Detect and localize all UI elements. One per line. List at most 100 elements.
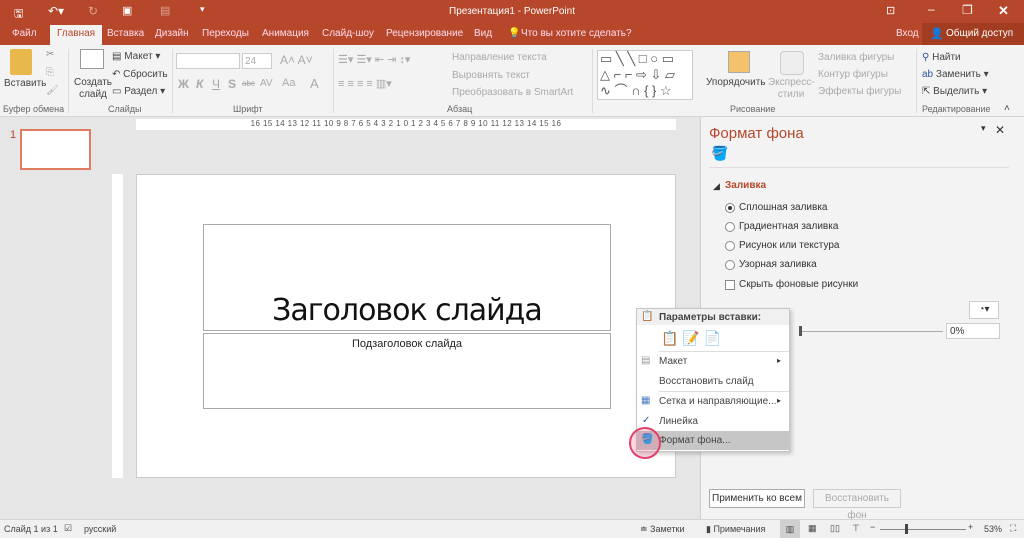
new-slide-icon[interactable]	[80, 49, 104, 69]
tab-animations[interactable]: Анимация	[262, 28, 309, 39]
shape-outline-button[interactable]: Контур фигуры	[818, 69, 888, 80]
reset-bg-button[interactable]: Восстановить фон	[813, 489, 901, 521]
language[interactable]: русский	[84, 524, 116, 534]
reading-view-icon[interactable]: ▯▯	[830, 523, 840, 534]
notes-button[interactable]: ≐ Заметки	[640, 524, 684, 535]
tab-slideshow[interactable]: Слайд-шоу	[322, 28, 374, 39]
paste-option-icons[interactable]: 📋 📝 📄	[661, 330, 721, 347]
tab-design[interactable]: Дизайн	[155, 28, 189, 39]
slider-thumb[interactable]	[799, 326, 802, 336]
fill-section-header[interactable]: Заливка	[725, 180, 766, 191]
slide-subtitle: Подзаголовок слайда	[351, 338, 463, 350]
spellcheck-icon[interactable]: ☑	[64, 523, 72, 534]
tab-insert[interactable]: Вставка	[107, 28, 144, 39]
transparency-input[interactable]: 0%	[946, 323, 1000, 339]
option-label: Рисунок или текстура	[739, 240, 840, 251]
cut-icon[interactable]: ✂	[46, 49, 54, 60]
collapse-ribbon-icon[interactable]: ˄	[1004, 103, 1010, 114]
align-text-button[interactable]: Выровнять текст	[452, 70, 530, 81]
paste-button[interactable]: Вставить	[4, 78, 46, 89]
menu-item-grid-guides[interactable]: Сетка и направляющие...	[659, 396, 777, 407]
slide-sorter-icon[interactable]: ▦	[808, 523, 817, 534]
quick-styles-icon[interactable]	[780, 51, 804, 75]
title-placeholder[interactable]: Заголовок слайда	[203, 224, 611, 331]
bullets-icon[interactable]: ☰▾ ☰▾ ⇤ ⇥ ↕▾	[338, 53, 410, 66]
arrange-button[interactable]: Упорядочить	[706, 77, 766, 88]
normal-view-icon[interactable]: ▥	[780, 520, 800, 538]
collapse-section-icon[interactable]: ◢	[713, 181, 720, 192]
new-slide-button[interactable]: Создать слайд	[74, 77, 112, 101]
layout-button[interactable]: ▤ Макет ▾	[112, 51, 160, 62]
reset-button[interactable]: ↶ Сбросить	[112, 69, 168, 80]
zoom-thumb[interactable]	[905, 524, 908, 534]
tab-transitions[interactable]: Переходы	[202, 28, 249, 39]
ribbon-display-icon[interactable]: ⊡	[886, 4, 895, 17]
quick-styles-button[interactable]: Экспресс-стили	[768, 77, 815, 101]
tab-review[interactable]: Рецензирование	[386, 28, 463, 39]
font-color-button[interactable]: A	[310, 76, 319, 91]
fit-slide-icon[interactable]: ⛶	[1010, 523, 1016, 534]
smartart-button[interactable]: Преобразовать в SmartArt	[452, 87, 573, 98]
change-case-button[interactable]: Aa	[282, 77, 295, 89]
menu-item-reset-slide[interactable]: Восстановить слайд	[659, 376, 754, 387]
zoom-out-icon[interactable]: −	[870, 522, 875, 532]
restore-icon[interactable]: ❐	[962, 3, 973, 17]
slideshow-icon[interactable]: ⊤	[852, 523, 860, 534]
tell-me-input[interactable]: Что вы хотите сделать?	[521, 28, 632, 39]
apply-all-button[interactable]: Применить ко всем	[709, 489, 805, 508]
share-button[interactable]: 👤 Общий доступ	[922, 23, 1024, 45]
zoom-in-icon[interactable]: +	[968, 522, 973, 532]
italic-button[interactable]: К	[196, 77, 203, 91]
menu-item-layout[interactable]: Макет	[659, 356, 687, 367]
format-painter-icon[interactable]: 🖌	[46, 85, 59, 96]
search-icon: ⚲	[922, 52, 930, 63]
shadow-button[interactable]: S	[228, 77, 236, 91]
color-picker-button[interactable]: ◔▾	[969, 301, 999, 319]
underline-button[interactable]: Ч	[212, 77, 220, 91]
hide-bg-label: Скрыть фоновые рисунки	[739, 279, 859, 290]
text-direction-button[interactable]: Направление текста	[452, 52, 547, 63]
section-button[interactable]: ▭ Раздел ▾	[112, 86, 165, 97]
comments-button[interactable]: ▮ Примечания	[706, 524, 765, 535]
radio-picture-fill[interactable]	[725, 241, 735, 251]
arrange-icon[interactable]	[728, 51, 750, 73]
radio-solid-fill[interactable]	[725, 203, 735, 213]
pane-title: Формат фона	[709, 125, 804, 142]
signin-link[interactable]: Вход	[896, 28, 919, 39]
radio-pattern-fill[interactable]	[725, 260, 735, 270]
checkmark-icon: ✓	[642, 415, 651, 426]
replace-button[interactable]: ab Заменить ▾	[922, 69, 989, 80]
select-button[interactable]: ⇱ Выделить ▾	[922, 86, 987, 97]
font-size-input[interactable]: 24	[242, 53, 272, 69]
option-label: Градиентная заливка	[739, 221, 839, 232]
fill-bucket-icon[interactable]: 🪣	[711, 145, 728, 162]
tab-file[interactable]: Файл	[12, 28, 37, 39]
paste-icon[interactable]	[10, 49, 32, 75]
slide-thumbnail[interactable]	[20, 129, 91, 170]
minimize-icon[interactable]: –	[928, 2, 935, 16]
radio-gradient-fill[interactable]	[725, 222, 735, 232]
transparency-slider[interactable]	[801, 331, 943, 332]
strikethrough-button[interactable]: abc	[242, 79, 255, 88]
bold-button[interactable]: Ж	[178, 77, 189, 91]
tab-view[interactable]: Вид	[474, 28, 492, 39]
close-icon[interactable]: ✕	[998, 3, 1009, 19]
subtitle-placeholder[interactable]: Подзаголовок слайда	[203, 333, 611, 409]
font-name-input[interactable]	[176, 53, 240, 69]
hide-bg-checkbox[interactable]	[725, 280, 735, 290]
pane-options-icon[interactable]: ▾	[981, 123, 986, 134]
shape-effects-button[interactable]: Эффекты фигуры	[818, 86, 901, 97]
shapes-gallery[interactable]: ▭ ╲ ╲ □ ○ ▭ △ ⌐ ⌐ ⇨ ⇩ ▱ ∿ ⌒ ∩ { } ☆	[597, 50, 693, 100]
tab-home[interactable]: Главная	[50, 25, 103, 45]
find-button[interactable]: ⚲ Найти	[922, 52, 961, 63]
zoom-level[interactable]: 53%	[984, 524, 1002, 534]
align-icons[interactable]: ≡ ≡ ≡ ≡ ▥▾	[338, 77, 392, 90]
copy-icon[interactable]: ⎘	[46, 67, 54, 78]
slide-canvas[interactable]: Заголовок слайда Подзаголовок слайда	[136, 174, 676, 478]
menu-item-ruler[interactable]: Линейка	[659, 416, 698, 427]
shape-fill-button[interactable]: Заливка фигуры	[818, 52, 894, 63]
pane-close-icon[interactable]: ✕	[995, 123, 1005, 137]
char-spacing-button[interactable]: AV	[260, 78, 273, 89]
zoom-slider[interactable]	[880, 529, 966, 530]
grow-font-icon[interactable]: A˄ A˅	[280, 53, 313, 67]
